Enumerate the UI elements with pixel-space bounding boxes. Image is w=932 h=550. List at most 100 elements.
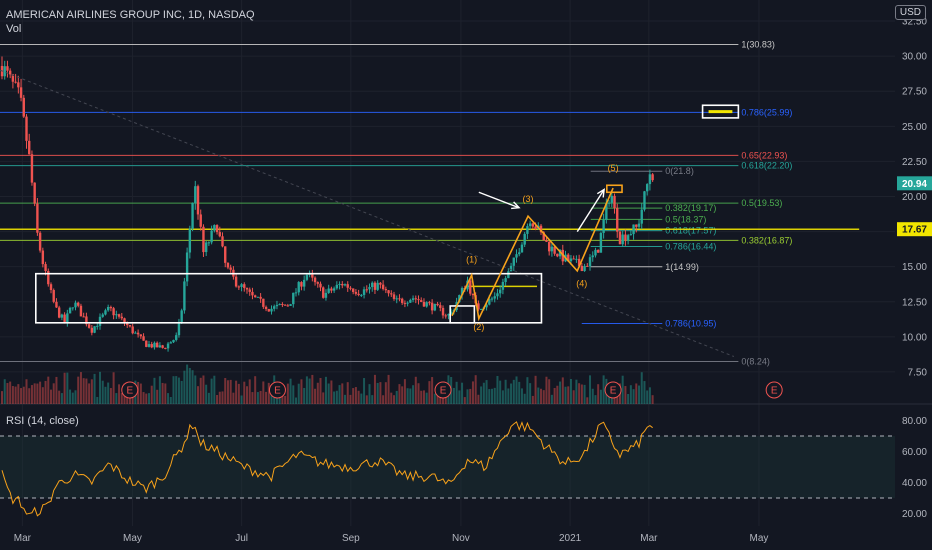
volume-bar — [213, 375, 216, 404]
volume-bar — [357, 390, 360, 404]
volume-bar — [504, 379, 507, 404]
candle-body — [134, 332, 137, 334]
candle-body — [651, 174, 654, 181]
volume-bar — [458, 390, 461, 404]
price-tag-label: 17.67 — [902, 225, 927, 236]
volume-bar — [420, 390, 423, 404]
candle-body — [583, 265, 586, 272]
rsi-tick-label: 60.00 — [902, 447, 927, 458]
candle-body — [556, 253, 559, 257]
candle-body — [166, 343, 170, 349]
candle-body — [104, 310, 107, 315]
candle-body — [106, 306, 110, 311]
candle-body — [115, 314, 118, 316]
candle-body — [297, 282, 300, 293]
earnings-label: E — [610, 386, 617, 397]
volume-bar — [335, 390, 338, 404]
volume-bar — [25, 379, 28, 404]
volume-bar — [319, 377, 322, 404]
volume-bar — [373, 374, 376, 404]
volume-bar — [305, 376, 308, 404]
volume-bar — [640, 372, 643, 404]
candle-body — [22, 97, 25, 117]
volume-bar — [191, 370, 194, 404]
candle-body — [25, 116, 28, 141]
volume-bar — [47, 376, 50, 404]
candle-body — [430, 302, 434, 311]
earnings-label: E — [274, 386, 281, 397]
range-box — [34, 272, 543, 324]
volume-bar — [158, 376, 161, 404]
candle-body — [136, 332, 140, 335]
volume-bar — [256, 392, 259, 404]
volume-bar — [169, 396, 172, 404]
volume-bar — [254, 376, 257, 404]
time-tick-label: 2021 — [559, 533, 582, 544]
candle-body — [632, 224, 635, 235]
volume-bar — [186, 364, 189, 404]
candle-body — [626, 235, 630, 241]
volume-bar — [180, 380, 183, 404]
rsi-label: RSI (14, close) — [6, 415, 79, 427]
candle-body — [49, 284, 53, 291]
candle-body — [469, 280, 472, 294]
rsi-tick-label: 20.00 — [902, 509, 927, 520]
candle-body — [3, 66, 6, 77]
candle-body — [194, 186, 197, 203]
candle-body — [428, 302, 431, 304]
candle-body — [341, 284, 344, 286]
earnings-label: E — [771, 386, 778, 397]
candle-body — [351, 288, 355, 292]
volume-bar — [352, 388, 355, 404]
candle-body — [569, 258, 573, 262]
volume-bar — [474, 375, 477, 404]
volume-bar — [491, 388, 494, 404]
candle-body — [305, 274, 309, 280]
volume-bar — [322, 392, 325, 404]
volume-bar — [591, 388, 594, 404]
volume-bar — [99, 371, 102, 404]
volume-bar — [368, 384, 371, 404]
volume-bar — [172, 376, 175, 404]
volume-bar — [150, 385, 153, 404]
volume-bar — [1, 391, 3, 404]
candle-body — [169, 342, 172, 344]
candle-body — [199, 214, 202, 227]
volume-bar — [469, 388, 472, 404]
candle-body — [395, 298, 398, 300]
volume-bar — [621, 375, 624, 404]
candle-body — [332, 288, 336, 291]
currency-button[interactable]: USD — [894, 5, 926, 20]
candle-body — [645, 184, 649, 192]
candle-body — [534, 226, 537, 230]
volume-bar — [401, 386, 404, 404]
wave-label: (5) — [608, 163, 619, 173]
candle-body — [117, 314, 121, 317]
volume-bar — [28, 388, 31, 404]
volume-bar — [501, 390, 504, 404]
candle-body — [55, 301, 58, 308]
volume-bar — [395, 390, 398, 404]
volume-bar — [289, 378, 292, 404]
volume-bar — [379, 382, 382, 404]
candle-body — [259, 296, 262, 299]
volume-bar — [589, 375, 592, 404]
candle-body — [101, 314, 104, 317]
volume-bar — [455, 381, 458, 404]
candle-body — [128, 325, 132, 327]
high-box — [606, 184, 623, 194]
volume-bar — [243, 381, 246, 404]
level-label: 0.5(19.53) — [741, 198, 782, 208]
volume-bar — [229, 379, 232, 404]
candle-body — [588, 257, 592, 267]
time-tick-label: Mar — [640, 533, 658, 544]
volume-bar — [534, 375, 537, 404]
volume-bar — [499, 380, 502, 404]
volume-bar — [210, 378, 213, 404]
candle-body — [150, 344, 153, 348]
volume-bar — [202, 375, 205, 404]
volume-bar — [262, 381, 265, 404]
candle-body — [226, 262, 230, 268]
candle-body — [493, 296, 496, 299]
volume-bar — [9, 381, 12, 404]
